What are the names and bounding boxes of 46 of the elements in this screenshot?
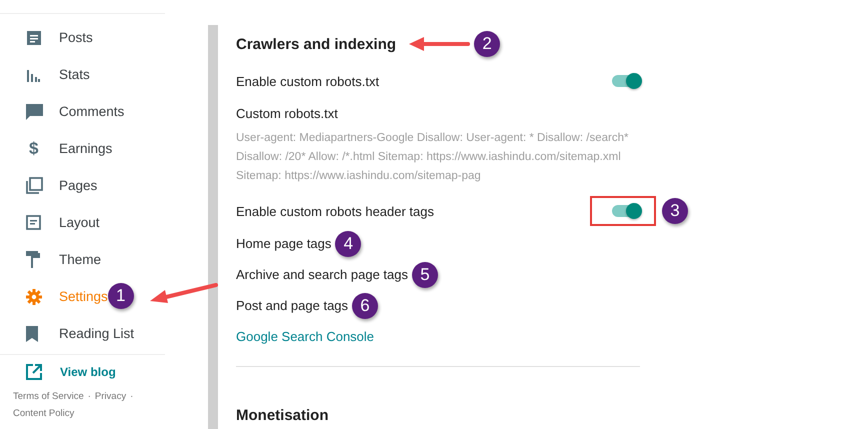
sidebar-item[interactable]: Reading List [0, 315, 146, 352]
number-badge: 6 [352, 292, 378, 318]
dollar-icon: $ [29, 140, 38, 157]
layout-icon [26, 215, 41, 230]
number-badge: 5 [412, 262, 438, 288]
separator-dot: · [88, 390, 91, 404]
section-title: Crawlers and indexing [236, 36, 396, 52]
sidebar-item[interactable]: Comments [0, 93, 146, 130]
sidebar-item[interactable]: Settings 1 [0, 278, 146, 315]
separator-dot: · [130, 390, 134, 404]
sidebar-item[interactable]: Theme [0, 241, 146, 278]
setting-label: Enable custom robots.txt [236, 74, 380, 88]
setting-label: Enable custom robots header tags [236, 204, 436, 218]
settings-icon [26, 288, 42, 304]
pages-icon [26, 177, 43, 194]
setting-label: Home page tags [236, 236, 332, 251]
setting-label: Archive and search page tags [236, 267, 408, 282]
number-badge: 3 [662, 198, 688, 224]
sidebar-item[interactable]: Layout [0, 204, 146, 241]
setting-label: Custom robots.txt [236, 106, 338, 121]
sidebar-item[interactable]: Posts [0, 19, 146, 56]
sidebar-item[interactable]: $ Earnings [0, 130, 146, 167]
footer-link[interactable]: Terms of Service [13, 388, 84, 405]
scrollbar[interactable] [208, 25, 218, 429]
number-badge: 2 [474, 31, 500, 57]
toggle-switch[interactable] [612, 75, 640, 87]
number-badge: 4 [335, 230, 362, 256]
setting-label: Post and page tags [236, 298, 348, 313]
document-icon [26, 30, 42, 46]
footer-link[interactable]: Content Policy [13, 405, 74, 422]
comment-icon [26, 104, 43, 120]
bookmark-icon [26, 326, 38, 342]
bar-chart-icon [26, 68, 40, 82]
number-badge: 1 [108, 282, 134, 308]
arrow-icon [148, 283, 218, 305]
toggle-switch[interactable] [612, 205, 640, 217]
sidebar-item[interactable]: Stats [0, 56, 146, 93]
search-console-link[interactable]: Google Search Console [236, 321, 374, 344]
sidebar-item[interactable]: Pages [0, 167, 146, 204]
footer-link[interactable]: Privacy [94, 388, 126, 405]
external-link-icon [26, 364, 42, 380]
paint-roller-icon [26, 251, 40, 268]
view-blog-link[interactable]: View blog [0, 355, 165, 382]
arrow-icon [408, 37, 470, 51]
robots-text: User-agent: Mediapartners-Google Disallow: User-agent: * Disallow: /search* Disallow: /20* Allow: /*.html Sitemap: https://www.iashindu.com/sitemap.xml Sitemap: https://www.iashindu.com/sitemap-pag [236, 131, 630, 184]
section-title: Monetisation [236, 407, 330, 424]
